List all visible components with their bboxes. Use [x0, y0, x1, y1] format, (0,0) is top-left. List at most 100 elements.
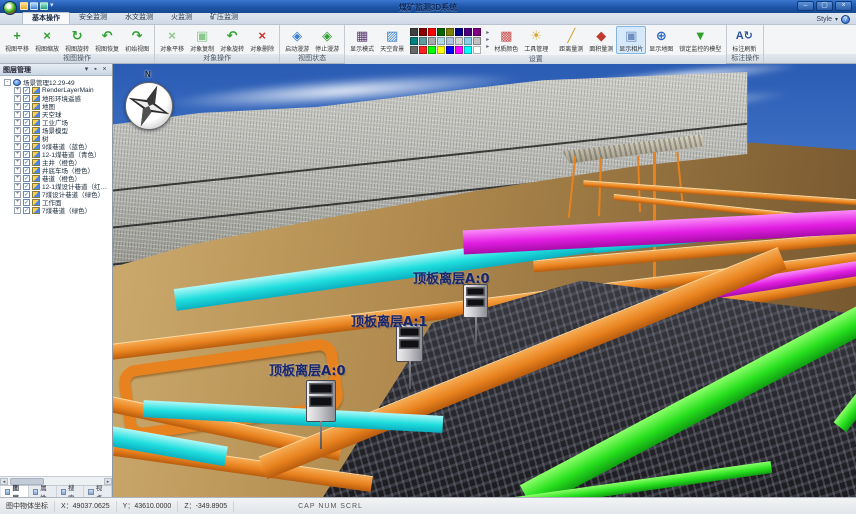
tree-item[interactable]: + ✓ 地形环境遥感	[2, 94, 112, 102]
minimize-button[interactable]: –	[797, 1, 814, 11]
expand-icon[interactable]: +	[14, 151, 21, 158]
ribbon-button[interactable]: × 对象删除	[247, 26, 277, 54]
close-icon[interactable]: ×	[100, 65, 109, 75]
palette-color-swatch[interactable]	[473, 28, 481, 36]
tree-item[interactable]: + ✓ 场景模型	[2, 126, 112, 134]
ribbon-button[interactable]: + 视图平移	[2, 26, 32, 54]
panel-tab[interactable]: 属性	[29, 486, 57, 497]
ribbon-tab[interactable]: 安全监测	[70, 12, 116, 24]
palette-color-swatch[interactable]	[455, 46, 463, 54]
expand-icon[interactable]: +	[14, 95, 21, 102]
checkbox-checked-icon[interactable]: ✓	[23, 183, 30, 190]
ribbon-button[interactable]: ↶ 视图恢复	[92, 26, 122, 54]
palette-color-swatch[interactable]	[446, 46, 454, 54]
ribbon-button[interactable]: ▣ 对象复制	[187, 26, 217, 54]
palette-color-swatch[interactable]	[437, 46, 445, 54]
ribbon-tab[interactable]: 基本操作	[22, 12, 70, 24]
checkbox-checked-icon[interactable]: ✓	[23, 167, 30, 174]
ribbon-button[interactable]: ◈ 停止漫游	[312, 26, 342, 54]
palette-color-swatch[interactable]	[455, 37, 463, 45]
horizontal-scrollbar[interactable]: ◂ ▸	[0, 476, 112, 485]
panel-tab[interactable]: 搜索	[57, 486, 85, 497]
expand-icon[interactable]: +	[14, 175, 21, 182]
checkbox-checked-icon[interactable]: ✓	[23, 151, 30, 158]
roof-separation-sensor-device[interactable]	[306, 380, 336, 422]
palette-color-swatch[interactable]	[410, 46, 418, 54]
ribbon-tab[interactable]: 水文监测	[116, 12, 162, 24]
close-button[interactable]: ×	[835, 1, 852, 11]
checkbox-checked-icon[interactable]: ✓	[23, 135, 30, 142]
palette-color-swatch[interactable]	[419, 28, 427, 36]
chevron-down-icon[interactable]: ▾	[82, 65, 91, 75]
checkbox-checked-icon[interactable]: ✓	[23, 191, 30, 198]
palette-color-swatch[interactable]	[437, 28, 445, 36]
scrollbar-thumb[interactable]	[10, 478, 44, 485]
palette-color-swatch[interactable]	[473, 37, 481, 45]
ribbon-button[interactable]: ⊕ 显示地图	[646, 26, 676, 54]
3d-viewport[interactable]: 顶板离层A:0顶板离层A:1顶板离层A:0 N	[113, 64, 856, 497]
palette-color-swatch[interactable]	[428, 37, 436, 45]
palette-color-swatch[interactable]	[464, 28, 472, 36]
palette-color-swatch[interactable]	[410, 37, 418, 45]
expand-icon[interactable]: +	[14, 127, 21, 134]
panel-tab[interactable]: 视点	[84, 486, 112, 497]
checkbox-checked-icon[interactable]: ✓	[23, 119, 30, 126]
ribbon-tab[interactable]: 火监测	[162, 12, 201, 24]
expand-icon[interactable]: +	[14, 207, 21, 214]
ribbon-button[interactable]: ↻ 视图旋转	[62, 26, 92, 54]
checkbox-checked-icon[interactable]: ✓	[23, 143, 30, 150]
help-icon[interactable]: ?	[841, 15, 850, 24]
palette-color-swatch[interactable]	[428, 28, 436, 36]
expand-icon[interactable]: +	[14, 103, 21, 110]
checkbox-checked-icon[interactable]: ✓	[23, 159, 30, 166]
palette-color-swatch[interactable]	[410, 28, 418, 36]
tree-item[interactable]: + ✓ 7煤巷道（绿色）	[2, 206, 112, 214]
expand-icon[interactable]: +	[14, 191, 21, 198]
tree-root[interactable]: - 场景管理12.29-49	[2, 78, 112, 86]
ribbon-tab[interactable]: 矿压监测	[201, 12, 247, 24]
maximize-button[interactable]: ▢	[816, 1, 833, 11]
checkbox-checked-icon[interactable]: ✓	[23, 87, 30, 94]
palette-color-swatch[interactable]	[419, 46, 427, 54]
checkbox-checked-icon[interactable]: ✓	[23, 95, 30, 102]
palette-color-swatch[interactable]	[473, 46, 481, 54]
palette-more-icon[interactable]: ▸▸▸	[484, 30, 491, 51]
palette-color-swatch[interactable]	[446, 28, 454, 36]
ribbon-button[interactable]: ◆ 面积量测	[586, 26, 616, 54]
expand-icon[interactable]: +	[14, 111, 21, 118]
ribbon-button[interactable]: × 对象平移	[157, 26, 187, 54]
palette-color-swatch[interactable]	[455, 28, 463, 36]
roof-separation-sensor-device[interactable]	[463, 284, 488, 318]
app-logo-orb-icon[interactable]	[3, 1, 17, 15]
palette-color-swatch[interactable]	[419, 37, 427, 45]
palette-color-swatch[interactable]	[464, 46, 472, 54]
ribbon-button[interactable]: ▦ 显示模式	[347, 26, 377, 54]
palette-color-swatch[interactable]	[428, 46, 436, 54]
palette-color-swatch[interactable]	[446, 37, 454, 45]
ribbon-button[interactable]: ☀ 工具管理	[521, 26, 551, 54]
expand-icon[interactable]: +	[14, 183, 21, 190]
pin-icon[interactable]: ▪	[91, 65, 100, 75]
expand-icon[interactable]: +	[14, 135, 21, 142]
ribbon-button[interactable]: ▨ 天空背景	[377, 26, 407, 54]
expand-icon[interactable]: +	[14, 87, 21, 94]
expand-icon[interactable]: +	[14, 143, 21, 150]
ribbon-button[interactable]: A↻ 标注刷新	[729, 26, 759, 54]
expand-icon[interactable]: +	[14, 119, 21, 126]
expand-icon[interactable]: +	[14, 159, 21, 166]
expand-icon[interactable]: +	[14, 167, 21, 174]
palette-color-swatch[interactable]	[437, 37, 445, 45]
ribbon-button[interactable]: ↷ 初始视图	[122, 26, 152, 54]
ribbon-button[interactable]: ↶ 对象旋转	[217, 26, 247, 54]
ribbon-button[interactable]: ▣ 显示相片	[616, 26, 646, 54]
ribbon-button[interactable]: ◈ 启动漫游	[282, 26, 312, 54]
collapse-icon[interactable]: -	[4, 79, 11, 86]
ribbon-button[interactable]: ╱ 距离量测	[556, 26, 586, 54]
palette-color-swatch[interactable]	[464, 37, 472, 45]
checkbox-checked-icon[interactable]: ✓	[23, 103, 30, 110]
panel-tab[interactable]: 图层	[1, 486, 29, 497]
checkbox-checked-icon[interactable]: ✓	[23, 207, 30, 214]
checkbox-checked-icon[interactable]: ✓	[23, 127, 30, 134]
ribbon-button[interactable]: ▼ 锁定监控的模型	[676, 26, 724, 54]
checkbox-checked-icon[interactable]: ✓	[23, 175, 30, 182]
